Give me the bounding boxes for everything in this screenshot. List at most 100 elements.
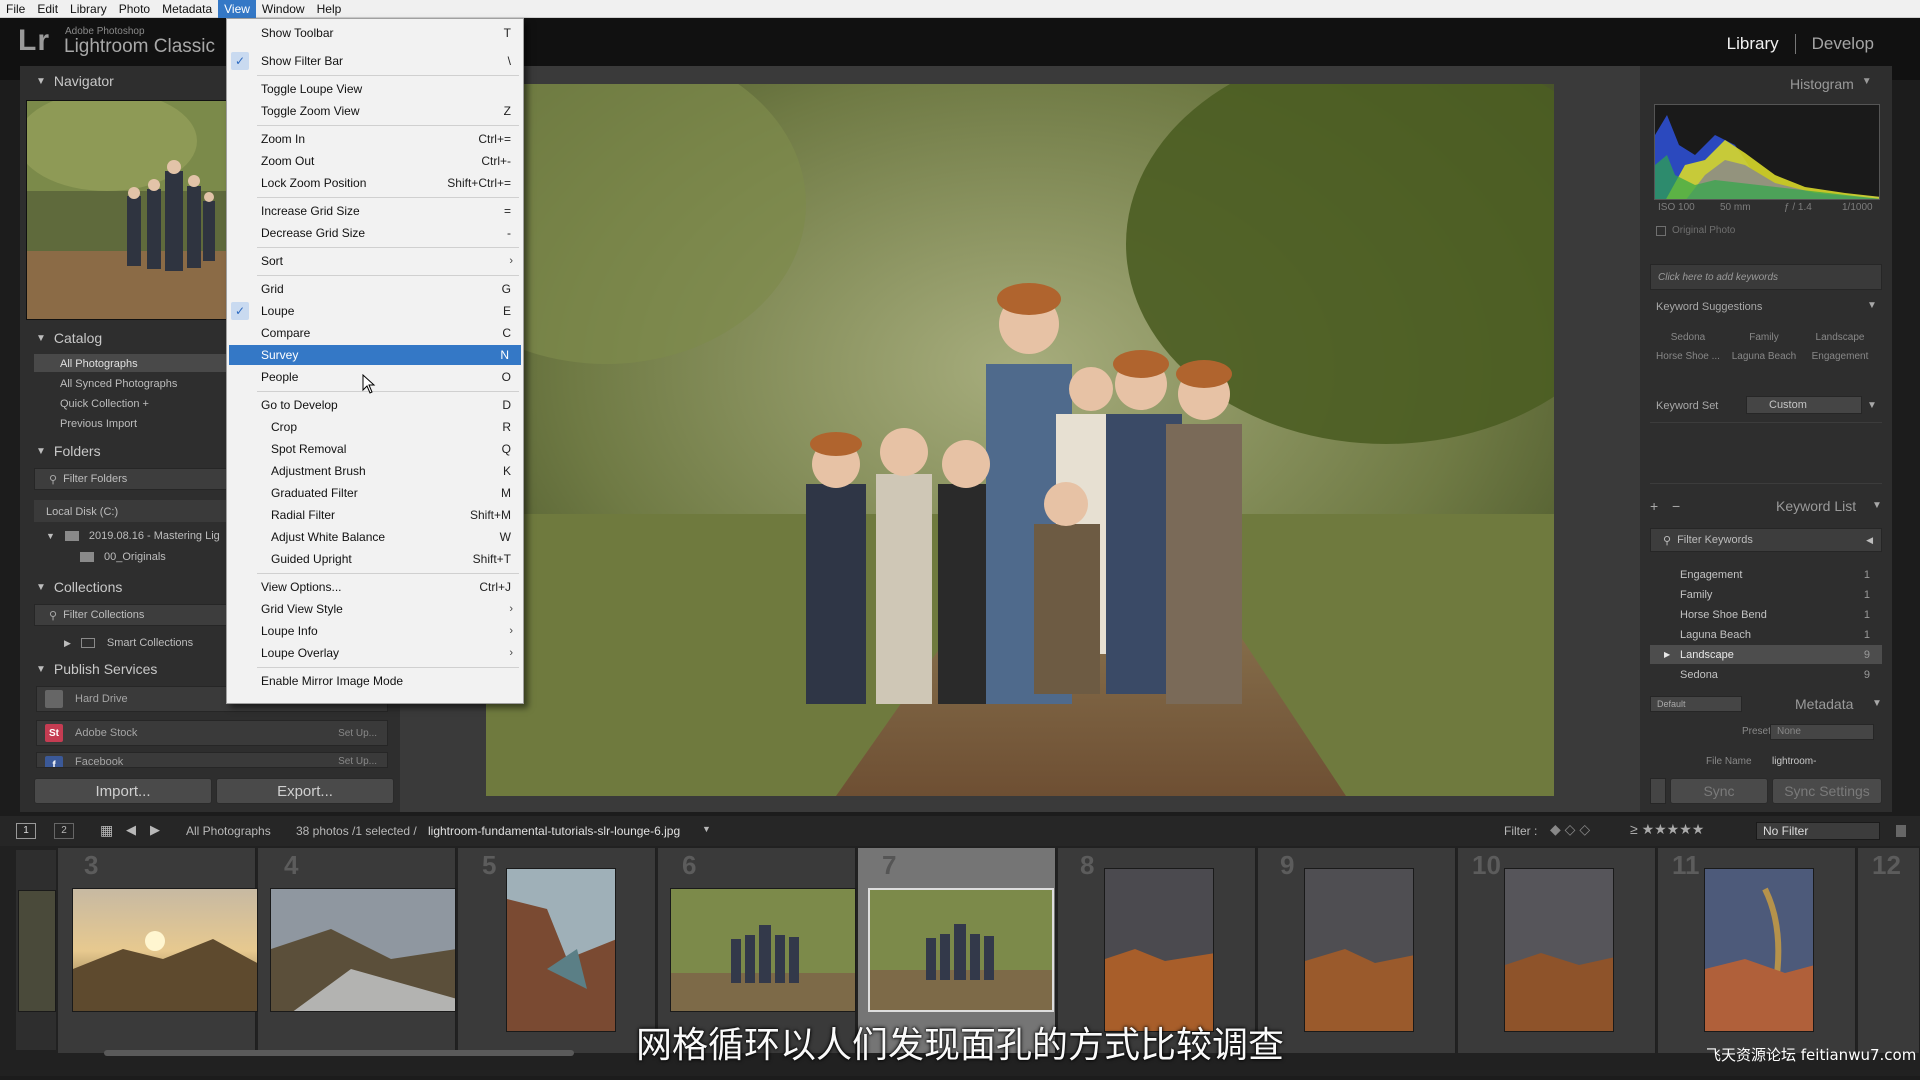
set-up-link[interactable]: Set Up... xyxy=(338,756,377,767)
collapse-triangle-icon[interactable]: ▼ xyxy=(1872,698,1882,709)
menu-metadata[interactable]: Metadata xyxy=(156,0,218,18)
volume-local-disk[interactable]: Local Disk (C:) xyxy=(46,503,118,521)
menu-item-sort[interactable]: Sort › xyxy=(227,251,523,271)
back-arrow-icon[interactable]: ◀ xyxy=(126,822,136,838)
suggestion-landscape[interactable]: Landscape xyxy=(1802,332,1878,343)
screen-1-button[interactable]: 1 xyxy=(16,823,36,839)
catalog-item-all-photographs[interactable]: All Photographs xyxy=(60,355,138,373)
set-up-link[interactable]: Set Up... xyxy=(338,728,377,739)
histogram-graph[interactable] xyxy=(1654,104,1880,200)
forward-arrow-icon[interactable]: ▶ xyxy=(150,822,160,838)
keyword-set-grid[interactable] xyxy=(1650,422,1882,484)
suggestion-sedona[interactable]: Sedona xyxy=(1650,332,1726,343)
keyword-suggestions-label[interactable]: Keyword Suggestions xyxy=(1656,301,1762,313)
menu-item-loupe-info[interactable]: Loupe Info › xyxy=(227,621,523,641)
dropdown-triangle-icon[interactable]: ▼ xyxy=(1867,400,1877,411)
catalog-item-previous-import[interactable]: Previous Import xyxy=(60,415,137,433)
sync-button[interactable]: Sync xyxy=(1670,778,1768,804)
menu-item-show-filter-bar[interactable]: ✓ Show Filter Bar \ xyxy=(227,51,523,71)
menu-item-zoom-out[interactable]: Zoom Out Ctrl+- xyxy=(227,151,523,171)
add-keyword-icon[interactable]: + xyxy=(1650,498,1658,514)
menu-photo[interactable]: Photo xyxy=(113,0,156,18)
keyword-list-title[interactable]: Keyword List xyxy=(1776,498,1856,514)
histogram-header[interactable]: Histogram ▼ xyxy=(1790,76,1872,92)
menu-item-increase-grid-size[interactable]: Increase Grid Size = xyxy=(227,201,523,221)
menu-item-view-options[interactable]: View Options... Ctrl+J xyxy=(227,577,523,597)
menu-item-adjust-white-balance[interactable]: Adjust White Balance W xyxy=(227,527,523,547)
keyword-row-selected[interactable]: ▶ Landscape 9 xyxy=(1650,645,1882,664)
dropdown-triangle-icon[interactable]: ▼ xyxy=(702,824,711,834)
menu-library[interactable]: Library xyxy=(64,0,113,18)
photo-thumbnail xyxy=(670,888,856,1012)
suggestion-horse-shoe[interactable]: Horse Shoe ... xyxy=(1650,351,1726,362)
original-photo-toggle[interactable]: Original Photo xyxy=(1656,225,1735,236)
sync-toggle[interactable] xyxy=(1650,778,1666,804)
menu-item-survey[interactable]: Survey N xyxy=(229,345,521,365)
smart-collections-row[interactable]: ▶ Smart Collections xyxy=(64,634,193,652)
flag-filter-icon[interactable]: ◆ ◇ ◇ xyxy=(1550,821,1590,838)
menu-item-guided-upright[interactable]: Guided Upright Shift+T xyxy=(227,549,523,569)
keyword-row[interactable]: Engagement 1 xyxy=(1650,565,1882,584)
menu-item-spot-removal[interactable]: Spot Removal Q xyxy=(227,439,523,459)
grid-view-icon[interactable]: ▦ xyxy=(100,822,113,839)
keyword-row[interactable]: Family 1 xyxy=(1650,585,1882,604)
filter-preset-select[interactable]: No Filter xyxy=(1756,822,1880,840)
metadata-title[interactable]: Metadata xyxy=(1795,696,1853,712)
filmstrip-source[interactable]: All Photographs xyxy=(186,824,271,838)
dropdown-triangle-icon[interactable]: ▼ xyxy=(1867,300,1877,311)
collapse-triangle-icon[interactable]: ▼ xyxy=(1872,500,1882,511)
menu-item-compare[interactable]: Compare C xyxy=(227,323,523,343)
suggestion-family[interactable]: Family xyxy=(1726,332,1802,343)
publish-adobe-stock[interactable]: St Adobe Stock Set Up... xyxy=(36,720,388,746)
screen-2-button[interactable]: 2 xyxy=(54,823,74,839)
menu-view[interactable]: View xyxy=(218,0,256,18)
export-button[interactable]: Export... xyxy=(216,778,394,804)
keyword-row[interactable]: Laguna Beach 1 xyxy=(1650,625,1882,644)
keyword-set-select[interactable]: Custom xyxy=(1746,396,1862,414)
folder-row[interactable]: ▼ 2019.08.16 - Mastering Lig xyxy=(46,527,220,545)
publish-facebook[interactable]: f Facebook Set Up... xyxy=(36,752,388,768)
metadata-default-select[interactable]: Default xyxy=(1650,696,1742,712)
menu-item-crop[interactable]: Crop R xyxy=(227,417,523,437)
menu-file[interactable]: File xyxy=(0,0,31,18)
menu-item-show-toolbar[interactable]: Show Toolbar T xyxy=(227,23,523,43)
menu-item-decrease-grid-size[interactable]: Decrease Grid Size - xyxy=(227,223,523,243)
menu-window[interactable]: Window xyxy=(256,0,311,18)
menu-item-lock-zoom-position[interactable]: Lock Zoom Position Shift+Ctrl+= xyxy=(227,173,523,193)
selected-file-name[interactable]: lightroom-fundamental-tutorials-slr-loun… xyxy=(428,824,680,838)
menu-item-zoom-in[interactable]: Zoom In Ctrl+= xyxy=(227,129,523,149)
menu-item-graduated-filter[interactable]: Graduated Filter M xyxy=(227,483,523,503)
menu-item-grid[interactable]: Grid G xyxy=(227,279,523,299)
subfolder-row[interactable]: 00_Originals xyxy=(80,548,166,566)
module-develop[interactable]: Develop xyxy=(1796,34,1890,54)
clear-filter-icon[interactable]: ◀ xyxy=(1866,535,1873,546)
menu-item-toggle-zoom-view[interactable]: Toggle Zoom View Z xyxy=(227,101,523,121)
menu-item-enable-mirror-image-mode[interactable]: Enable Mirror Image Mode xyxy=(227,671,523,691)
file-name-value[interactable]: lightroom- xyxy=(1772,756,1816,768)
menu-item-grid-view-style[interactable]: Grid View Style › xyxy=(227,599,523,619)
menu-help[interactable]: Help xyxy=(311,0,348,18)
module-library[interactable]: Library xyxy=(1711,34,1795,54)
loupe-view[interactable] xyxy=(400,66,1640,812)
menu-item-toggle-loupe-view[interactable]: Toggle Loupe View xyxy=(227,79,523,99)
rating-filter-stars-icon[interactable]: ≥ ★★★★★ xyxy=(1630,821,1704,838)
suggestion-laguna-beach[interactable]: Laguna Beach xyxy=(1726,351,1802,362)
menu-item-loupe-overlay[interactable]: Loupe Overlay › xyxy=(227,643,523,663)
preset-select[interactable]: None xyxy=(1770,724,1874,740)
menu-edit[interactable]: Edit xyxy=(31,0,64,18)
suggestion-engagement[interactable]: Engagement xyxy=(1802,351,1878,362)
keyword-row[interactable]: Sedona 9 xyxy=(1650,665,1882,684)
menu-item-radial-filter[interactable]: Radial Filter Shift+M xyxy=(227,505,523,525)
keyword-row[interactable]: Horse Shoe Bend 1 xyxy=(1650,605,1882,624)
remove-keyword-icon[interactable]: − xyxy=(1672,498,1680,514)
import-button[interactable]: Import... xyxy=(34,778,212,804)
catalog-item-synced[interactable]: All Synced Photographs xyxy=(60,375,177,393)
catalog-item-quick-collection[interactable]: Quick Collection + xyxy=(60,395,149,413)
sync-settings-button[interactable]: Sync Settings xyxy=(1772,778,1882,804)
photo-thumbnail xyxy=(1104,868,1214,1032)
menu-item-adjustment-brush[interactable]: Adjustment Brush K xyxy=(227,461,523,481)
filter-lock-icon[interactable] xyxy=(1896,825,1906,837)
filter-keywords-field[interactable]: ⚲ Filter Keywords ◀ xyxy=(1650,528,1882,552)
menu-item-loupe[interactable]: ✓ Loupe E xyxy=(227,301,523,321)
menu-item-go-to-develop[interactable]: Go to Develop D xyxy=(227,395,523,415)
